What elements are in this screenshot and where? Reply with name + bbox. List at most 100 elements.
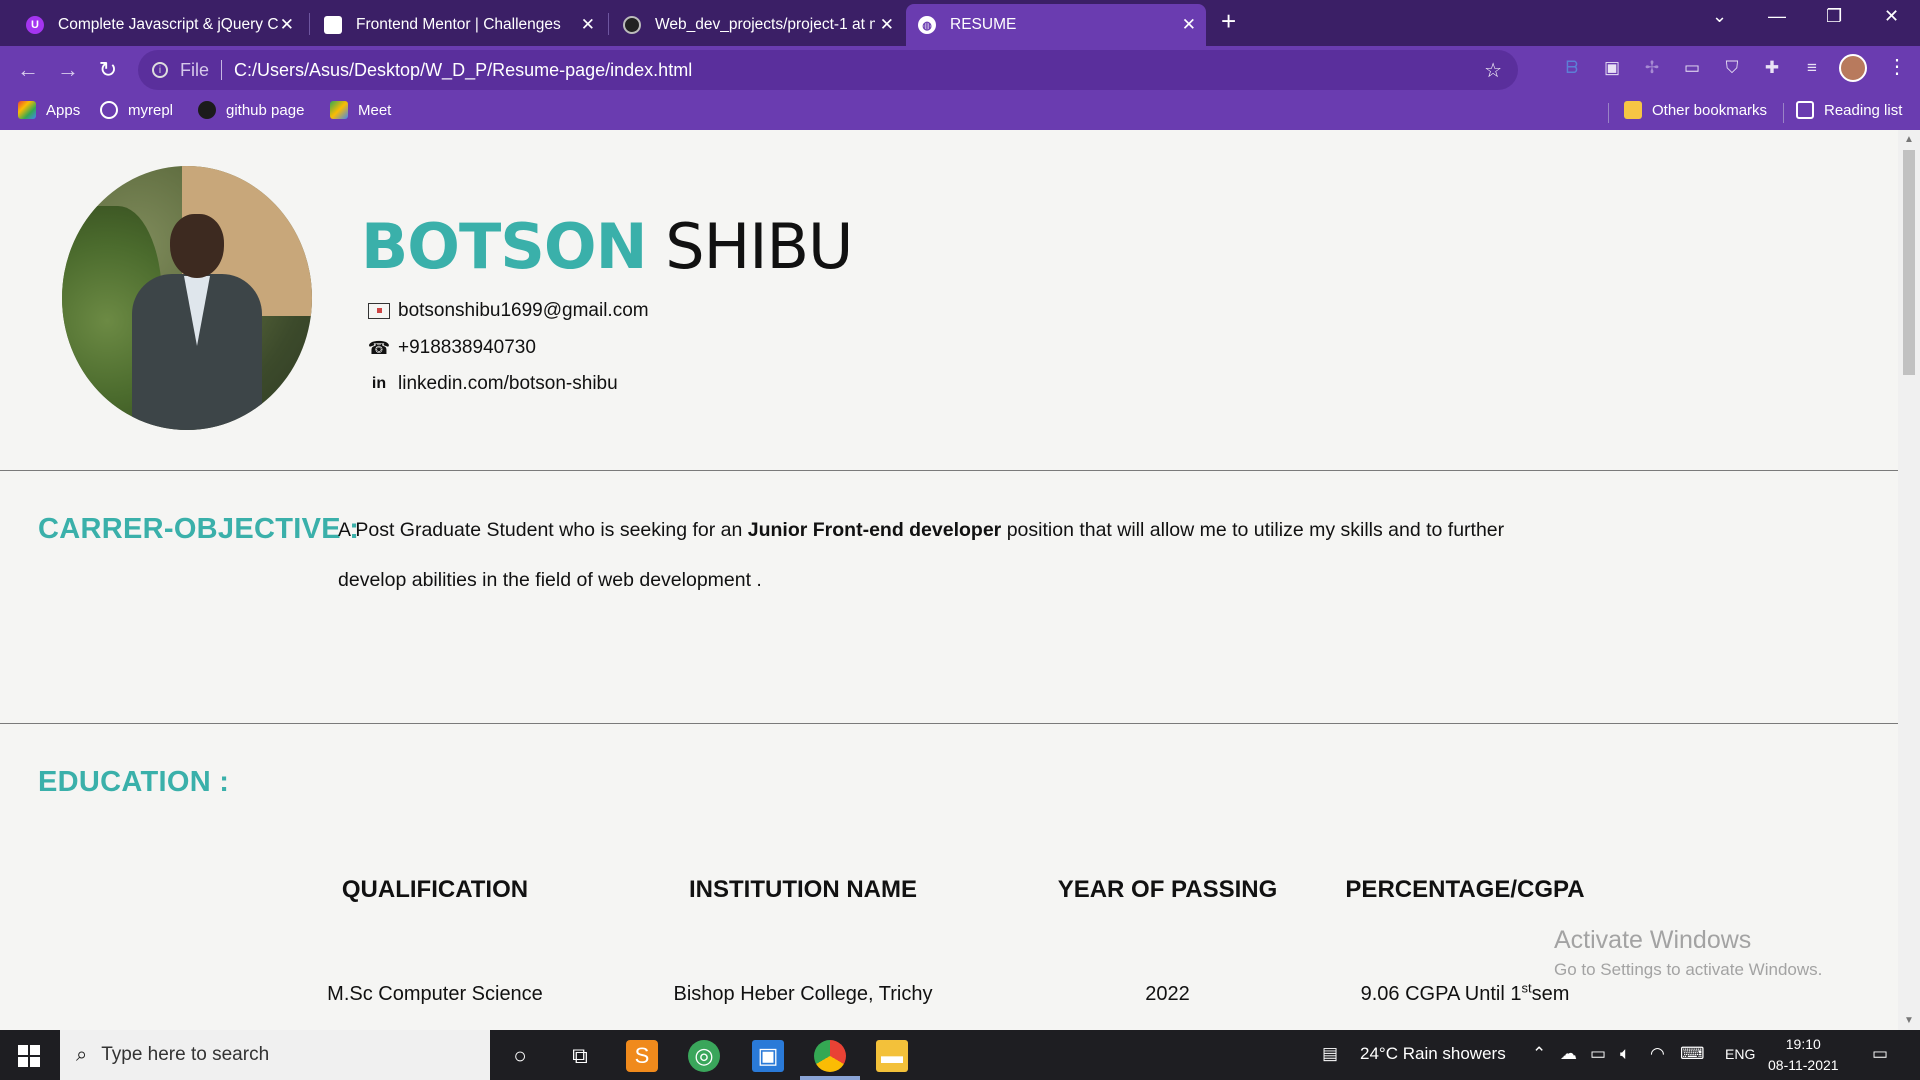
back-arrow-icon[interactable]: ← bbox=[10, 52, 46, 88]
close-tab-icon[interactable]: ✕ bbox=[880, 15, 894, 35]
bookmark-github-page[interactable]: github page bbox=[198, 101, 304, 119]
globe-icon: ◍ bbox=[918, 16, 936, 34]
bookmark-star-icon[interactable]: ☆ bbox=[1484, 58, 1502, 83]
minimize-button[interactable]: — bbox=[1768, 6, 1786, 27]
contact-linkedin: in linkedin.com/botson-shibu bbox=[368, 373, 618, 395]
wifi-icon[interactable]: ◠ bbox=[1650, 1044, 1665, 1064]
bookmark-meet[interactable]: Meet bbox=[330, 101, 391, 119]
extension-icon[interactable]: ✢ bbox=[1640, 56, 1664, 80]
extensions-puzzle-icon[interactable]: ✚ bbox=[1760, 56, 1784, 80]
bookmark-apps[interactable]: Apps bbox=[18, 101, 80, 119]
tab-udemy[interactable]: U Complete Javascript & jQuery Co ✕ bbox=[14, 4, 304, 46]
contact-email: botsonshibu1699@gmail.com bbox=[368, 300, 649, 322]
contact-phone: ☎ +918838940730 bbox=[368, 337, 536, 359]
tab-title: Web_dev_projects/project-1 at m bbox=[655, 16, 875, 33]
search-placeholder: Type here to search bbox=[101, 1044, 270, 1065]
address-bar[interactable]: i File C:/Users/Asus/Desktop/W_D_P/Resum… bbox=[138, 50, 1518, 90]
chrome-icon[interactable] bbox=[814, 1040, 846, 1072]
url-text[interactable]: C:/Users/Asus/Desktop/W_D_P/Resume-page/… bbox=[234, 60, 692, 81]
close-tab-icon[interactable]: ✕ bbox=[581, 15, 595, 35]
score-text: 9.06 CGPA Until 1 bbox=[1360, 983, 1522, 1005]
new-tab-button[interactable]: + bbox=[1221, 6, 1236, 37]
keyboard-icon[interactable]: ⌨ bbox=[1680, 1044, 1705, 1064]
onedrive-icon[interactable]: ☁ bbox=[1560, 1044, 1577, 1064]
taskbar-search-box[interactable]: ⌕ Type here to search bbox=[60, 1030, 490, 1080]
active-app-indicator bbox=[800, 1076, 860, 1080]
tab-github[interactable]: Web_dev_projects/project-1 at m ✕ bbox=[611, 4, 904, 46]
education-header-score: PERCENTAGE/CGPA bbox=[1345, 876, 1585, 903]
show-hidden-icons-chevron-icon[interactable]: ⌃ bbox=[1532, 1044, 1546, 1064]
tab-title: Frontend Mentor | Challenges bbox=[356, 16, 561, 33]
weather-icon[interactable]: ▤ bbox=[1322, 1044, 1338, 1064]
resume-page: BOTSON SHIBU botsonshibu1699@gmail.com ☎… bbox=[0, 130, 1898, 1030]
education-header-year: YEAR OF PASSING bbox=[1057, 876, 1278, 903]
media-queue-icon[interactable]: ≡ bbox=[1800, 56, 1824, 80]
education-cell-score: 9.06 CGPA Until 1stsem bbox=[1330, 981, 1600, 1006]
scroll-thumb[interactable] bbox=[1903, 150, 1915, 375]
close-tab-icon[interactable]: ✕ bbox=[280, 15, 294, 35]
restore-button[interactable]: ❐ bbox=[1826, 6, 1842, 27]
reading-list-button[interactable]: Reading list bbox=[1796, 101, 1902, 119]
scroll-up-arrow-icon[interactable]: ▲ bbox=[1904, 134, 1914, 145]
bookmark-myrepl[interactable]: myrepl bbox=[100, 101, 173, 119]
browser-menu-icon[interactable]: ⋮ bbox=[1887, 54, 1907, 79]
forward-arrow-icon[interactable]: → bbox=[50, 52, 86, 88]
scroll-down-arrow-icon[interactable]: ▼ bbox=[1904, 1015, 1914, 1026]
tab-title: RESUME bbox=[950, 16, 1017, 33]
close-window-button[interactable]: ✕ bbox=[1884, 6, 1899, 27]
browser-toolbar: ← → ↻ i File C:/Users/Asus/Desktop/W_D_P… bbox=[0, 46, 1920, 130]
task-view-icon[interactable]: ⧉ bbox=[564, 1040, 596, 1072]
vmware-icon[interactable]: ▣ bbox=[752, 1040, 784, 1072]
objective-heading: CARRER-OBJECTIVE : bbox=[38, 513, 360, 545]
phone-text: +918838940730 bbox=[398, 337, 536, 358]
phone-icon: ☎ bbox=[367, 337, 391, 358]
page-scrollbar[interactable]: ▲ ▼ bbox=[1898, 130, 1920, 1030]
meet-icon bbox=[330, 101, 348, 119]
education-cell-qualification: M.Sc Computer Science bbox=[327, 983, 543, 1005]
omnibox-divider bbox=[221, 60, 223, 80]
profile-avatar[interactable] bbox=[1839, 54, 1867, 82]
mail-icon bbox=[368, 302, 390, 320]
sublime-text-icon[interactable]: S bbox=[626, 1040, 658, 1072]
other-bookmarks-folder[interactable]: Other bookmarks bbox=[1624, 101, 1767, 119]
bookmark-label: github page bbox=[226, 101, 305, 119]
cortana-icon[interactable]: ○ bbox=[504, 1040, 536, 1072]
tab-search-chevron-icon[interactable]: ⌄ bbox=[1712, 6, 1727, 27]
site-info-icon[interactable]: i bbox=[152, 62, 168, 78]
bing-extension-icon[interactable]: ᗷ bbox=[1560, 56, 1584, 80]
objective-text: A Post Graduate Student who is seeking f… bbox=[338, 519, 748, 541]
scheme-label: File bbox=[180, 59, 210, 80]
bookmarks-divider bbox=[1783, 103, 1784, 123]
activate-windows-title: Activate Windows bbox=[1554, 926, 1752, 954]
github-icon bbox=[623, 16, 641, 34]
bookmark-label: Apps bbox=[46, 101, 81, 119]
clock-date: 08-11-2021 bbox=[1768, 1057, 1839, 1073]
close-tab-icon[interactable]: ✕ bbox=[1182, 15, 1196, 35]
globe-app-icon[interactable]: ◎ bbox=[688, 1040, 720, 1072]
reload-icon[interactable]: ↻ bbox=[90, 52, 126, 88]
extension-icon[interactable]: ▣ bbox=[1600, 56, 1624, 80]
cast-icon[interactable]: ▭ bbox=[1680, 56, 1704, 80]
system-clock[interactable]: 19:10 08-11-2021 bbox=[1768, 1034, 1839, 1076]
bookmark-label: Meet bbox=[358, 101, 392, 119]
weather-text[interactable]: 24°C Rain showers bbox=[1360, 1044, 1506, 1064]
tab-frontend-mentor[interactable]: Frontend Mentor | Challenges ✕ bbox=[312, 4, 605, 46]
battery-icon[interactable]: ▭ bbox=[1590, 1044, 1606, 1064]
volume-icon[interactable]: 🔈︎ bbox=[1620, 1044, 1630, 1064]
tab-title: Complete Javascript & jQuery Co bbox=[58, 16, 278, 33]
windows-start-icon[interactable] bbox=[18, 1045, 40, 1067]
language-indicator[interactable]: ENG bbox=[1725, 1046, 1755, 1062]
notifications-icon[interactable]: ▭ bbox=[1872, 1044, 1888, 1064]
last-name: SHIBU bbox=[665, 210, 853, 283]
windows-taskbar: ⌕ Type here to search ○ ⧉ S ◎ ▣ ▬ ▤ 24°C… bbox=[0, 1030, 1920, 1080]
tab-divider bbox=[309, 13, 310, 35]
file-explorer-icon[interactable]: ▬ bbox=[876, 1040, 908, 1072]
education-header-institution: INSTITUTION NAME bbox=[689, 876, 917, 903]
section-divider bbox=[0, 470, 1898, 471]
education-cell-institution: Bishop Heber College, Trichy bbox=[673, 983, 933, 1005]
tab-resume[interactable]: ◍ RESUME ✕ bbox=[906, 4, 1206, 46]
shield-extension-icon[interactable]: ⛉ bbox=[1720, 56, 1744, 80]
frontend-mentor-icon bbox=[324, 16, 342, 34]
linkedin-icon: in bbox=[371, 375, 387, 392]
resume-name: BOTSON SHIBU bbox=[361, 210, 853, 283]
